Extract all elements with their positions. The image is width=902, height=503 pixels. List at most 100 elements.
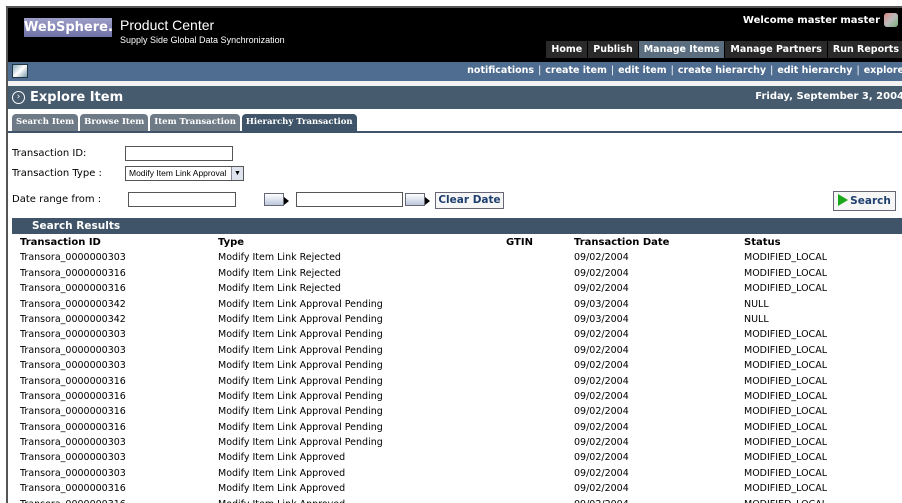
calendar-to-icon[interactable] [405,193,430,206]
calendar-from-icon[interactable] [264,193,289,206]
nav-manage-partners[interactable]: Manage Partners [724,41,827,58]
date-to-input[interactable] [296,192,403,207]
cell-type: Modify Item Link Approval Pending [218,360,383,372]
nav-manage-items[interactable]: Manage Items [637,41,725,58]
table-row[interactable]: Transora_0000000316 Modify Item Link Reje… [20,281,902,296]
cell-status: MODIFIED_LOCAL [744,344,827,356]
table-row[interactable]: Transora_0000000303 Modify Item Link Appr… [20,450,902,465]
table-row[interactable]: Transora_0000000316 Modify Item Link Appr… [20,420,902,435]
transaction-type-label: Transaction Type : [12,168,102,179]
table-row[interactable]: Transora_0000000342 Modify Item Link Appr… [20,312,902,327]
link-edit-hierarchy[interactable]: edit hierarchy [777,65,852,76]
cell-transaction-id: Transora_0000000303 [20,344,126,356]
cell-status: MODIFIED_LOCAL [744,360,827,372]
cell-type: Modify Item Link Approval Pending [218,390,383,402]
cell-status: MODIFIED_LOCAL [744,421,827,433]
tab-item-transaction[interactable]: Item Transaction [150,114,240,132]
tab-search-item[interactable]: Search Item [12,114,79,132]
cell-transaction-id: Transora_0000000303 [20,252,126,264]
tab-strip: Search Item Browse Item Item Transaction… [12,114,357,132]
link-create-item[interactable]: create item [545,65,607,76]
table-row[interactable]: Transora_0000000303 Modify Item Link Appr… [20,327,902,342]
table-row[interactable]: Transora_0000000303 Modify Item Link Appr… [20,435,902,450]
transaction-id-input[interactable] [125,146,233,161]
cell-transaction-date: 09/03/2004 [574,313,629,325]
nav-publish[interactable]: Publish [587,41,638,58]
cell-transaction-date: 09/02/2004 [574,344,629,356]
user-icon[interactable] [884,13,898,27]
app-window: WebSphere. Product Center Supply Side Gl… [6,6,902,503]
cell-status: MODIFIED_LOCAL [744,452,827,464]
link-create-hierarchy[interactable]: create hierarchy [678,65,766,76]
cell-transaction-date: 09/02/2004 [574,390,629,402]
cell-transaction-date: 09/03/2004 [574,298,629,310]
nav-home[interactable]: Home [545,41,588,58]
nav-run-reports[interactable]: Run Reports [826,41,902,58]
table-row[interactable]: Transora_0000000316 Modify Item Link Appr… [20,389,902,404]
clear-date-button[interactable]: Clear Date [435,192,504,209]
link-edit-item[interactable]: edit item [618,65,667,76]
websphere-logo: WebSphere. [24,18,113,37]
table-row[interactable]: Transora_0000000316 Modify Item Link Appr… [20,404,902,419]
cell-status: MODIFIED_LOCAL [744,483,827,495]
transaction-type-value: Modify Item Link Approval [129,168,227,178]
link-notifications[interactable]: notifications [467,65,534,76]
cell-transaction-date: 09/02/2004 [574,406,629,418]
welcome-area: Welcome master master [743,13,898,27]
product-name: Product Center [120,17,215,33]
table-row[interactable]: Transora_0000000316 Modify Item Link Appr… [20,497,902,503]
table-row[interactable]: Transora_0000000316 Modify Item Link Reje… [20,266,902,281]
page-title-bar: › Explore Item Friday, September 3, 2004 [8,86,902,109]
cell-transaction-id: Transora_0000000316 [20,267,126,279]
green-arrow-icon [838,194,849,206]
cell-type: Modify Item Link Approved [218,452,346,464]
column-status[interactable]: Status [744,235,781,250]
cell-status: MODIFIED_LOCAL [744,467,827,479]
chevron-down-icon[interactable]: ▼ [231,167,243,180]
table-row[interactable]: Transora_0000000303 Modify Item Link Appr… [20,466,902,481]
top-nav: Home Publish Manage Items Manage Partner… [545,41,902,58]
table-row[interactable]: Transora_0000000316 Modify Item Link Appr… [20,374,902,389]
column-gtin[interactable]: GTIN [506,235,533,250]
cell-transaction-date: 09/02/2004 [574,467,629,479]
date-range-label: Date range from : [12,194,102,205]
toolbar-icon[interactable] [12,64,28,78]
cell-type: Modify Item Link Approval Pending [218,406,383,418]
cell-transaction-id: Transora_0000000303 [20,437,126,449]
table-body: Transora_0000000303 Modify Item Link Reje… [20,250,902,503]
link-explore[interactable]: explore [864,65,902,76]
table-row[interactable]: Transora_0000000342 Modify Item Link Appr… [20,297,902,312]
cell-transaction-id: Transora_0000000303 [20,467,126,479]
cell-status: MODIFIED_LOCAL [744,406,827,418]
table-row[interactable]: Transora_0000000303 Modify Item Link Reje… [20,250,902,265]
cell-transaction-id: Transora_0000000316 [20,497,126,503]
cell-type: Modify Item Link Approved [218,467,346,479]
table-row[interactable]: Transora_0000000316 Modify Item Link Appr… [20,481,902,496]
tab-hierarchy-transaction[interactable]: Hierarchy Transaction [241,114,357,132]
cell-transaction-date: 09/02/2004 [574,421,629,433]
search-button-label: Search [850,195,891,207]
column-transaction-date[interactable]: Transaction Date [574,235,669,250]
cell-transaction-id: Transora_0000000316 [20,390,126,402]
cell-transaction-id: Transora_0000000342 [20,298,126,310]
table-row[interactable]: Transora_0000000303 Modify Item Link Appr… [20,358,902,373]
cell-status: MODIFIED_LOCAL [744,329,827,341]
cell-type: Modify Item Link Approved [218,497,345,503]
cell-transaction-date: 09/02/2004 [574,483,629,495]
transaction-id-label: Transaction ID: [12,148,87,159]
cell-type: Modify Item Link Approval Pending [218,344,383,356]
cell-transaction-id: Transora_0000000342 [20,313,126,325]
column-type[interactable]: Type [218,235,244,250]
sub-nav-links: notifications | create item | edit item | crea… [467,65,902,76]
cell-status: MODIFIED_LOCAL [744,437,827,449]
search-button[interactable]: Search [833,191,896,211]
table-row[interactable]: Transora_0000000303 Modify Item Link Appr… [20,343,902,358]
date-from-input[interactable] [128,192,236,207]
cell-type: Modify Item Link Approval Pending [218,437,383,449]
column-transaction-id[interactable]: Transaction ID [20,235,101,250]
cell-status: MODIFIED_LOCAL [744,283,827,295]
cell-status: MODIFIED_LOCAL [744,375,827,387]
table-header-row: Transaction ID Type GTIN Transaction Dat… [20,235,902,250]
tab-browse-item[interactable]: Browse Item [80,114,149,132]
transaction-type-select[interactable]: Modify Item Link Approval ▼ [125,166,244,181]
